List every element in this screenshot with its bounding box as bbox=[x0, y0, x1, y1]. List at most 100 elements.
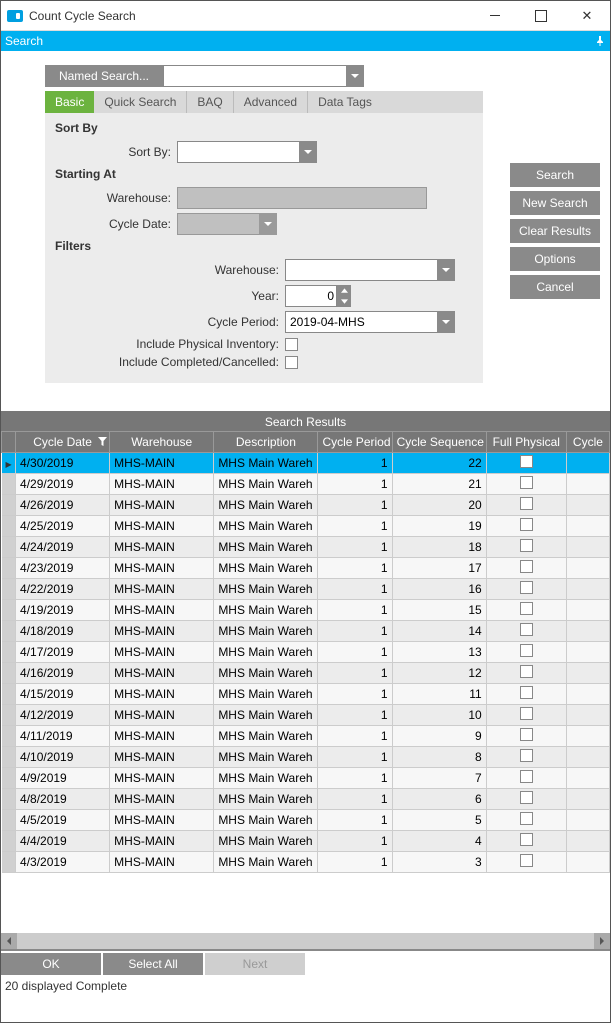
cell-full-physical[interactable] bbox=[486, 558, 566, 579]
cell-full-physical[interactable] bbox=[486, 831, 566, 852]
cell-cycle-date[interactable]: 4/19/2019 bbox=[16, 600, 110, 621]
cell-cycle[interactable] bbox=[566, 495, 609, 516]
row-selector[interactable] bbox=[2, 726, 16, 747]
cell-cycle-date[interactable]: 4/9/2019 bbox=[16, 768, 110, 789]
filter-icon[interactable] bbox=[98, 435, 107, 449]
cell-cycle-period[interactable]: 1 bbox=[318, 600, 392, 621]
cell-description[interactable]: MHS Main Wareh bbox=[214, 747, 318, 768]
cell-full-physical[interactable] bbox=[486, 474, 566, 495]
cell-description[interactable]: MHS Main Wareh bbox=[214, 705, 318, 726]
cell-full-physical[interactable] bbox=[486, 663, 566, 684]
cell-cycle-period[interactable]: 1 bbox=[318, 495, 392, 516]
cell-full-physical[interactable] bbox=[486, 453, 566, 474]
row-selector[interactable] bbox=[2, 852, 16, 873]
ok-button[interactable]: OK bbox=[1, 953, 101, 975]
cell-warehouse[interactable]: MHS-MAIN bbox=[110, 495, 214, 516]
cell-cycle-sequence[interactable]: 6 bbox=[392, 789, 486, 810]
row-selector[interactable] bbox=[2, 831, 16, 852]
cell-warehouse[interactable]: MHS-MAIN bbox=[110, 747, 214, 768]
chevron-down-icon[interactable] bbox=[346, 65, 364, 87]
row-selector[interactable] bbox=[2, 663, 16, 684]
scroll-right-icon[interactable] bbox=[594, 933, 610, 949]
cell-cycle-date[interactable]: 4/11/2019 bbox=[16, 726, 110, 747]
cell-description[interactable]: MHS Main Wareh bbox=[214, 663, 318, 684]
cell-cycle[interactable] bbox=[566, 810, 609, 831]
row-selector[interactable] bbox=[2, 558, 16, 579]
cell-warehouse[interactable]: MHS-MAIN bbox=[110, 537, 214, 558]
cell-description[interactable]: MHS Main Wareh bbox=[214, 558, 318, 579]
cell-cycle-sequence[interactable]: 19 bbox=[392, 516, 486, 537]
row-selector[interactable] bbox=[2, 684, 16, 705]
row-selector[interactable] bbox=[2, 789, 16, 810]
cell-cycle-date[interactable]: 4/12/2019 bbox=[16, 705, 110, 726]
full-physical-checkbox[interactable] bbox=[520, 665, 533, 678]
cell-full-physical[interactable] bbox=[486, 516, 566, 537]
cell-cycle-sequence[interactable]: 9 bbox=[392, 726, 486, 747]
cell-cycle-sequence[interactable]: 17 bbox=[392, 558, 486, 579]
full-physical-checkbox[interactable] bbox=[520, 854, 533, 867]
cell-full-physical[interactable] bbox=[486, 537, 566, 558]
cell-cycle[interactable] bbox=[566, 642, 609, 663]
col-cycle-sequence[interactable]: Cycle Sequence bbox=[392, 432, 486, 453]
table-row[interactable]: 4/11/2019MHS-MAINMHS Main Wareh19 bbox=[2, 726, 610, 747]
cell-description[interactable]: MHS Main Wareh bbox=[214, 600, 318, 621]
cell-full-physical[interactable] bbox=[486, 621, 566, 642]
cell-cycle-date[interactable]: 4/18/2019 bbox=[16, 621, 110, 642]
full-physical-checkbox[interactable] bbox=[520, 476, 533, 489]
options-button[interactable]: Options bbox=[510, 247, 600, 271]
cell-cycle-sequence[interactable]: 15 bbox=[392, 600, 486, 621]
row-selector[interactable] bbox=[2, 642, 16, 663]
cell-cycle-period[interactable]: 1 bbox=[318, 684, 392, 705]
sortby-select[interactable] bbox=[177, 141, 317, 163]
full-physical-checkbox[interactable] bbox=[520, 749, 533, 762]
pin-icon[interactable] bbox=[594, 35, 606, 47]
cell-cycle-date[interactable]: 4/3/2019 bbox=[16, 852, 110, 873]
full-physical-checkbox[interactable] bbox=[520, 791, 533, 804]
include-completed-checkbox[interactable] bbox=[285, 356, 298, 369]
scroll-left-icon[interactable] bbox=[1, 933, 17, 949]
cell-cycle[interactable] bbox=[566, 579, 609, 600]
table-row[interactable]: 4/24/2019MHS-MAINMHS Main Wareh118 bbox=[2, 537, 610, 558]
row-selector[interactable] bbox=[2, 474, 16, 495]
chevron-down-icon[interactable] bbox=[299, 141, 317, 163]
chevron-down-icon[interactable] bbox=[437, 259, 455, 281]
table-row[interactable]: 4/17/2019MHS-MAINMHS Main Wareh113 bbox=[2, 642, 610, 663]
full-physical-checkbox[interactable] bbox=[520, 518, 533, 531]
cell-cycle[interactable] bbox=[566, 558, 609, 579]
cell-warehouse[interactable]: MHS-MAIN bbox=[110, 684, 214, 705]
cell-description[interactable]: MHS Main Wareh bbox=[214, 474, 318, 495]
cell-warehouse[interactable]: MHS-MAIN bbox=[110, 789, 214, 810]
include-physical-checkbox[interactable] bbox=[285, 338, 298, 351]
full-physical-checkbox[interactable] bbox=[520, 560, 533, 573]
table-row[interactable]: 4/8/2019MHS-MAINMHS Main Wareh16 bbox=[2, 789, 610, 810]
cell-full-physical[interactable] bbox=[486, 579, 566, 600]
row-selector[interactable] bbox=[2, 600, 16, 621]
cell-cycle-date[interactable]: 4/26/2019 bbox=[16, 495, 110, 516]
cell-cycle-date[interactable]: 4/23/2019 bbox=[16, 558, 110, 579]
cell-cycle-sequence[interactable]: 10 bbox=[392, 705, 486, 726]
cell-full-physical[interactable] bbox=[486, 642, 566, 663]
chevron-up-icon[interactable] bbox=[337, 285, 351, 296]
cell-cycle-date[interactable]: 4/24/2019 bbox=[16, 537, 110, 558]
full-physical-checkbox[interactable] bbox=[520, 833, 533, 846]
select-all-button[interactable]: Select All bbox=[103, 953, 203, 975]
row-selector[interactable] bbox=[2, 768, 16, 789]
cell-full-physical[interactable] bbox=[486, 768, 566, 789]
cell-cycle-period[interactable]: 1 bbox=[318, 621, 392, 642]
cell-cycle-sequence[interactable]: 13 bbox=[392, 642, 486, 663]
cell-full-physical[interactable] bbox=[486, 705, 566, 726]
col-description[interactable]: Description bbox=[214, 432, 318, 453]
col-warehouse[interactable]: Warehouse bbox=[110, 432, 214, 453]
chevron-down-icon[interactable] bbox=[437, 311, 455, 333]
cell-cycle[interactable] bbox=[566, 663, 609, 684]
col-cycle-date[interactable]: Cycle Date bbox=[16, 432, 110, 453]
cell-warehouse[interactable]: MHS-MAIN bbox=[110, 516, 214, 537]
filter-year-input[interactable] bbox=[285, 285, 337, 307]
tab-quick-search[interactable]: Quick Search bbox=[94, 91, 186, 113]
cell-cycle[interactable] bbox=[566, 621, 609, 642]
cell-cycle-date[interactable]: 4/8/2019 bbox=[16, 789, 110, 810]
search-button[interactable]: Search bbox=[510, 163, 600, 187]
named-search-button[interactable]: Named Search... bbox=[45, 65, 163, 87]
cell-warehouse[interactable]: MHS-MAIN bbox=[110, 831, 214, 852]
cell-warehouse[interactable]: MHS-MAIN bbox=[110, 810, 214, 831]
